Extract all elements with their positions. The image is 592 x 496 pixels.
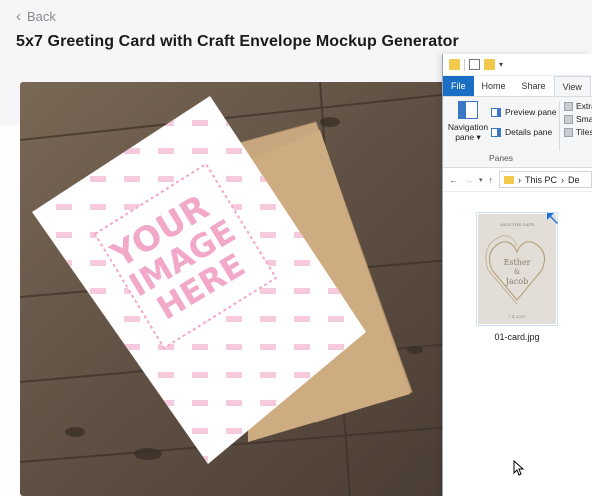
folder-icon (504, 175, 515, 184)
address-bar-row: ← → ▾ ↑ › This PC › De (443, 168, 592, 192)
new-folder-icon[interactable] (484, 59, 495, 70)
tab-home[interactable]: Home (474, 76, 514, 96)
preview-pane-button[interactable]: Preview pane (491, 107, 557, 117)
tab-file[interactable]: File (443, 76, 474, 96)
file-name-label[interactable]: 01-card.jpg (476, 332, 558, 342)
recent-dropdown-icon[interactable]: ▾ (479, 176, 483, 184)
small-icons-icon (564, 114, 573, 124)
thumb-amp: & (513, 268, 521, 276)
breadcrumb-chevron-icon: › (561, 174, 565, 185)
back-link[interactable]: ‹ Back (16, 9, 56, 24)
layout-small-label: Sma (576, 114, 592, 124)
navigation-pane-label: Navigation (447, 122, 489, 132)
address-bar[interactable]: › This PC › De (499, 171, 592, 188)
layout-extra-label: Extra (576, 101, 592, 111)
back-label: Back (27, 9, 56, 24)
ribbon-tabs: File Home Share View (443, 76, 592, 96)
preview-pane-icon (491, 107, 501, 117)
dropdown-arrow-icon: ▾ (476, 132, 481, 142)
forward-arrow-icon[interactable]: → (464, 175, 473, 185)
ribbon-divider (559, 101, 560, 151)
layout-small[interactable]: Sma (564, 114, 592, 124)
breadcrumb-this-pc[interactable]: This PC (525, 175, 557, 185)
card-thumbnail-image: SAVE THE DATE Esther & Jacob 7.4.2027 (478, 214, 556, 324)
breadcrumb-chevron-icon: › (518, 174, 522, 185)
layout-extra-large[interactable]: Extra (564, 101, 592, 111)
page-title: 5x7 Greeting Card with Craft Envelope Mo… (16, 33, 459, 50)
up-arrow-icon[interactable]: ↑ (489, 175, 494, 185)
toolbar-divider (464, 58, 465, 71)
chevron-left-icon: ‹ (16, 8, 21, 25)
large-icons-icon (564, 101, 573, 111)
tab-view[interactable]: View (553, 76, 591, 96)
tiles-icon (564, 127, 573, 137)
breadcrumb-desktop[interactable]: De (568, 175, 580, 185)
panes-group-label: Panes (488, 153, 514, 163)
move-arrow-icon (547, 213, 558, 224)
details-pane-icon (491, 127, 501, 137)
preview-pane-label: Preview pane (505, 107, 557, 117)
folder-icon[interactable] (449, 59, 460, 70)
thumb-name1: Esther (503, 258, 531, 267)
ribbon-panel: Navigation pane ▾ Preview pane Details p… (443, 96, 592, 168)
properties-icon[interactable] (469, 59, 480, 70)
layout-tiles[interactable]: Tiles (564, 127, 592, 137)
back-arrow-icon[interactable]: ← (449, 175, 458, 185)
tab-share[interactable]: Share (514, 76, 554, 96)
details-pane-label: Details pane (505, 127, 553, 137)
layout-tiles-label: Tiles (576, 127, 592, 137)
thumb-date: 7.4.2027 (508, 314, 526, 319)
dropdown-arrow-icon[interactable]: ▾ (499, 60, 503, 69)
navigation-pane-label2: pane (455, 132, 475, 142)
details-pane-button[interactable]: Details pane (491, 127, 552, 137)
quick-access-toolbar: ▾ (443, 54, 592, 76)
thumb-name2: Jacob (505, 277, 529, 286)
mockup-preview[interactable]: YOUR IMAGE HERE (20, 82, 450, 496)
navigation-pane-button[interactable]: Navigation pane ▾ (447, 101, 489, 143)
file-explorer-window: ▾ File Home Share View Navigation pane ▾… (442, 54, 592, 496)
page: ‹ Back 5x7 Greeting Card with Craft Enve… (0, 0, 592, 496)
navigation-pane-icon (458, 101, 478, 119)
mockup-scene: YOUR IMAGE HERE (20, 82, 450, 496)
mouse-cursor-icon (513, 460, 525, 476)
file-thumbnail[interactable]: SAVE THE DATE Esther & Jacob 7.4.2027 (476, 212, 558, 326)
file-list: SAVE THE DATE Esther & Jacob 7.4.2027 01… (443, 192, 592, 496)
